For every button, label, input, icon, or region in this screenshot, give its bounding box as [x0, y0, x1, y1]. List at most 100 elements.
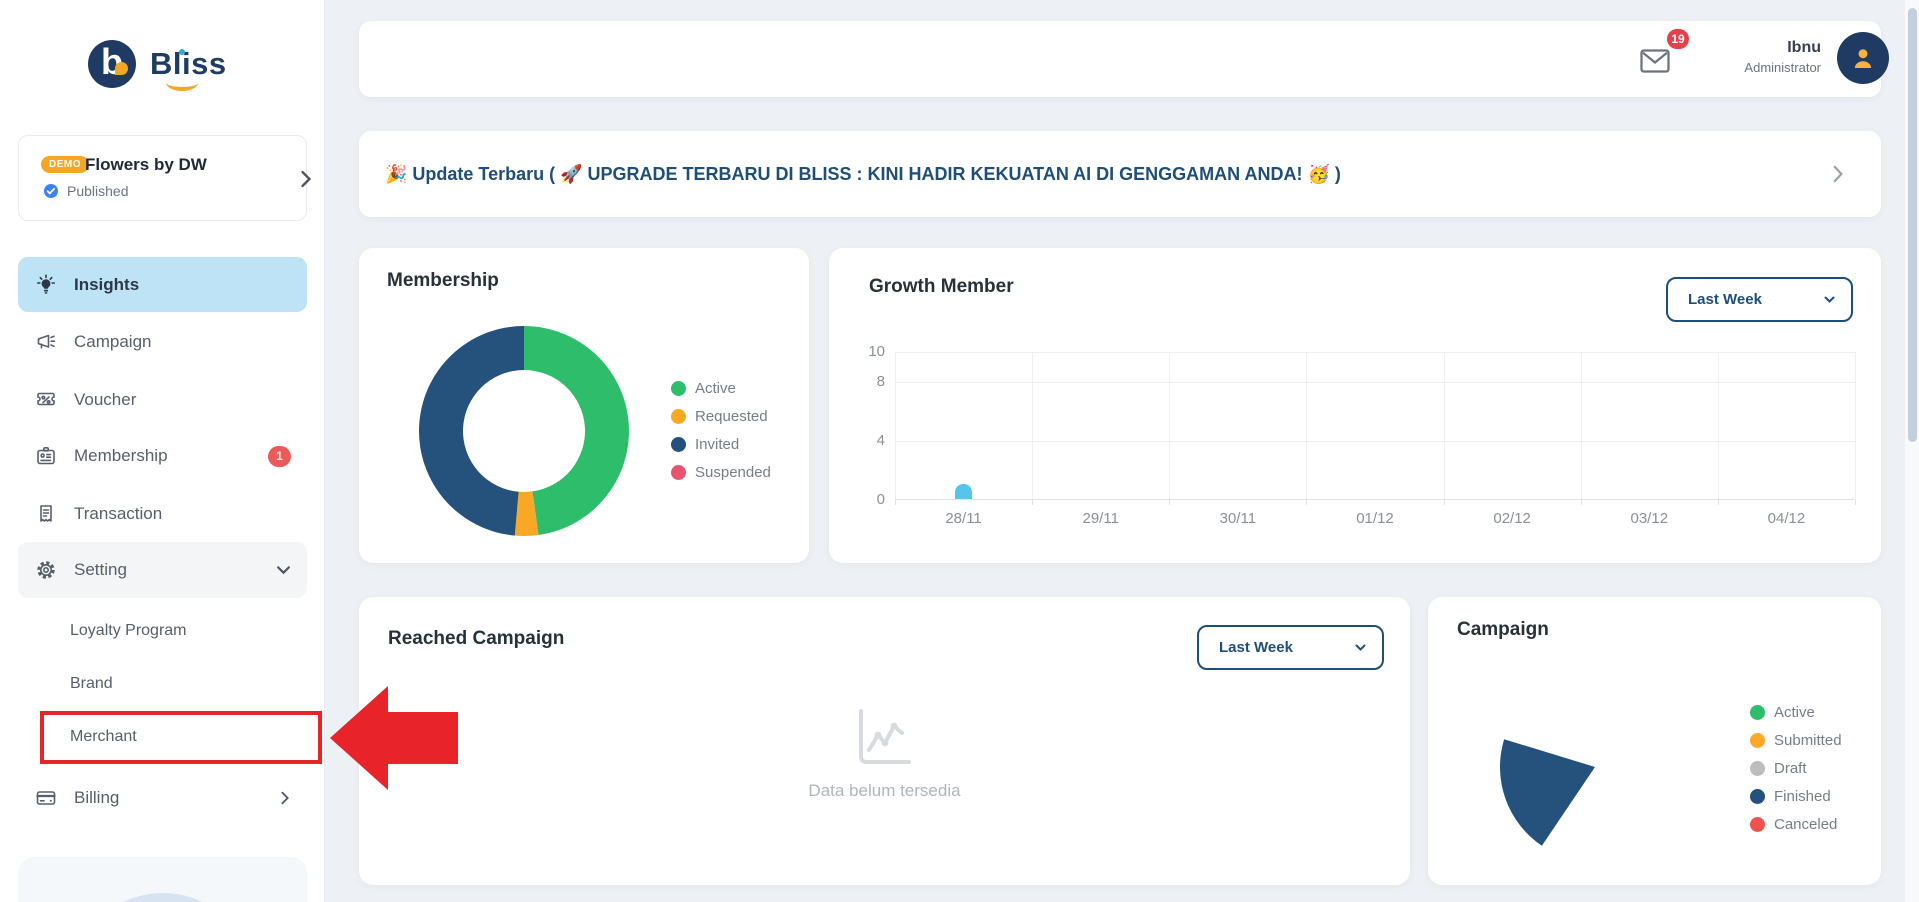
x-axis-labels: 28/11 29/11 30/11 01/12 02/12 03/12 04/1…	[895, 510, 1855, 527]
avatar[interactable]	[1837, 32, 1889, 84]
mail-icon	[1637, 43, 1673, 79]
merchant-status: Published	[67, 183, 129, 199]
sidebar: b Bliss DEMO Flowers by DW Published	[0, 0, 325, 902]
gridline	[1032, 352, 1033, 499]
sidebar-item-label: Membership	[74, 446, 252, 466]
legend-item: Submitted	[1750, 726, 1842, 754]
growth-period-select[interactable]: Last Week	[1666, 277, 1853, 322]
axis-tick	[1581, 500, 1582, 505]
axis-tick	[1855, 500, 1856, 505]
legend-label: Canceled	[1774, 816, 1837, 833]
ticket-icon	[34, 388, 58, 412]
brand-name: Bliss	[150, 46, 227, 82]
gridline	[1718, 352, 1719, 499]
legend-item: Finished	[1750, 782, 1842, 810]
sidebar-item-voucher[interactable]: Voucher	[18, 374, 307, 426]
sidebar-item-billing[interactable]: Billing	[18, 772, 307, 824]
gridline	[895, 382, 1855, 383]
legend-dot	[1750, 761, 1765, 776]
chevron-right-icon	[1831, 164, 1845, 184]
card-title: Membership	[387, 270, 499, 292]
merchant-switcher-card[interactable]: DEMO Flowers by DW Published	[18, 135, 307, 221]
promo-circle-decoration	[88, 893, 238, 902]
legend-item: Canceled	[1750, 810, 1842, 838]
user-role: Administrator	[1689, 60, 1821, 75]
verified-icon	[43, 183, 59, 199]
legend-label: Invited	[695, 436, 739, 453]
user-info: Ibnu Administrator	[1689, 35, 1821, 83]
x-tick-label: 01/12	[1306, 510, 1443, 527]
legend-label: Finished	[1774, 788, 1831, 805]
sidebar-item-label: Billing	[74, 788, 263, 808]
axis-tick	[1169, 500, 1170, 505]
campaign-card: Campaign Active Submitted Draft Finished…	[1428, 597, 1881, 885]
merchant-name: Flowers by DW	[85, 155, 207, 175]
gridline	[895, 352, 1855, 353]
notifications-button[interactable]: 19	[1637, 35, 1685, 83]
sidebar-item-label: Transaction	[74, 504, 291, 524]
axis-tick	[895, 500, 896, 505]
sidebar-item-label: Voucher	[74, 390, 291, 410]
user-name: Ibnu	[1689, 39, 1821, 57]
sidebar-item-transaction[interactable]: Transaction	[18, 488, 307, 540]
x-tick-label: 29/11	[1032, 510, 1169, 527]
membership-card: Membership Active Requested Invited Susp…	[359, 248, 809, 563]
reached-campaign-card: Reached Campaign Last Week Data belum te…	[359, 597, 1410, 885]
gear-icon	[34, 558, 58, 582]
x-tick-label: 03/12	[1581, 510, 1718, 527]
chevron-down-icon	[1824, 296, 1835, 304]
membership-count-badge: 1	[268, 446, 291, 467]
campaign-legend: Active Submitted Draft Finished Canceled	[1750, 698, 1842, 838]
notification-count-badge: 19	[1665, 27, 1691, 51]
x-tick-label: 04/12	[1718, 510, 1855, 527]
submenu-label: Loyalty Program	[70, 622, 187, 640]
legend-dot	[671, 465, 686, 480]
x-tick-label: 30/11	[1169, 510, 1306, 527]
scrollbar-track	[1905, 0, 1919, 902]
submenu-item-brand[interactable]: Brand	[18, 661, 307, 707]
growth-member-chart	[895, 352, 1855, 500]
sidebar-item-campaign[interactable]: Campaign	[18, 316, 307, 368]
legend-item: Active	[671, 374, 771, 402]
app-logo[interactable]: b Bliss	[88, 36, 227, 92]
reached-period-select[interactable]: Last Week	[1197, 625, 1384, 670]
legend-item: Requested	[671, 402, 771, 430]
x-tick-label: 28/11	[895, 510, 1032, 527]
legend-item: Invited	[671, 430, 771, 458]
y-tick-label: 4	[841, 432, 885, 449]
person-icon	[1848, 43, 1878, 73]
sidebar-item-membership[interactable]: Membership 1	[18, 430, 307, 482]
submenu-label: Brand	[70, 675, 113, 693]
legend-dot	[671, 409, 686, 424]
y-tick-label: 8	[841, 373, 885, 390]
bliss-logo-icon: b	[88, 40, 136, 88]
sidebar-item-label: Insights	[74, 275, 291, 295]
gridline	[1306, 352, 1307, 499]
legend-item: Active	[1750, 698, 1842, 726]
y-tick-label: 0	[841, 491, 885, 508]
selected-period: Last Week	[1219, 639, 1293, 656]
legend-dot	[1750, 733, 1765, 748]
empty-state: Data belum tersedia	[359, 705, 1410, 801]
empty-state-text: Data belum tersedia	[359, 781, 1410, 801]
chevron-down-icon	[1355, 644, 1366, 652]
gridline	[895, 441, 1855, 442]
gridline	[895, 352, 896, 499]
banner-text: 🎉 Update Terbaru ( 🚀 UPGRADE TERBARU DI …	[385, 164, 1831, 185]
legend-dot	[1750, 817, 1765, 832]
legend-label: Draft	[1774, 760, 1807, 777]
submenu-label: Merchant	[70, 728, 137, 746]
submenu-item-loyalty-program[interactable]: Loyalty Program	[18, 608, 307, 654]
id-card-icon	[34, 444, 58, 468]
sidebar-item-setting[interactable]: Setting	[18, 542, 307, 598]
gridline	[1444, 352, 1445, 499]
x-tick-label: 02/12	[1444, 510, 1581, 527]
axis-tick	[1032, 500, 1033, 505]
submenu-item-merchant[interactable]: Merchant	[18, 714, 307, 760]
legend-label: Submitted	[1774, 732, 1842, 749]
y-tick-label: 10	[841, 343, 885, 360]
sidebar-item-insights[interactable]: Insights	[18, 257, 307, 312]
megaphone-icon	[34, 330, 58, 354]
announcement-banner[interactable]: 🎉 Update Terbaru ( 🚀 UPGRADE TERBARU DI …	[359, 131, 1881, 217]
scrollbar-thumb[interactable]	[1908, 8, 1917, 442]
